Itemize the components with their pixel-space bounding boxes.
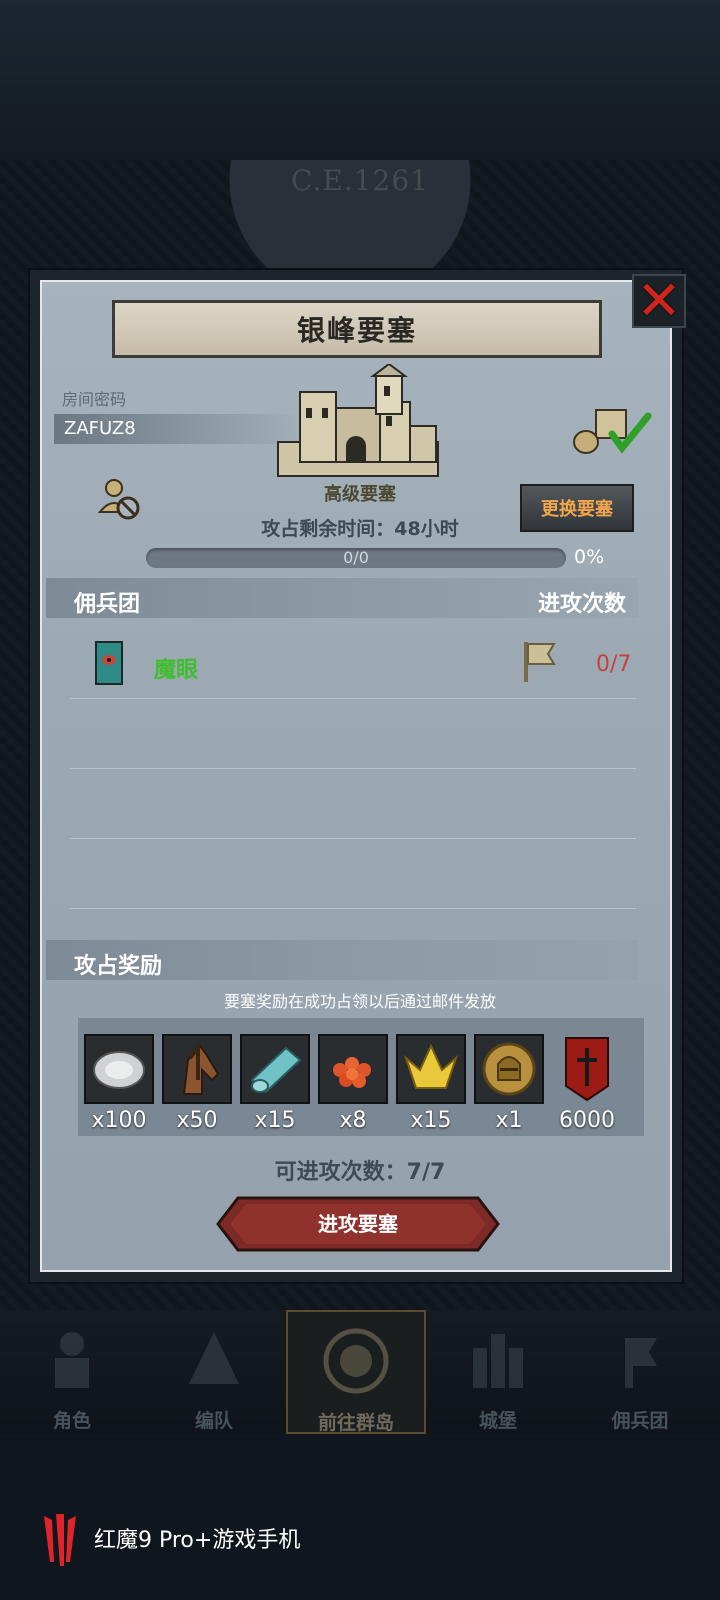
cloth-icon	[250, 1046, 302, 1094]
reward-item[interactable]: x100	[82, 1034, 156, 1133]
reward-qty: x50	[176, 1108, 218, 1133]
reward-qty: x8	[339, 1108, 367, 1133]
progress-text: 0/0	[343, 548, 369, 567]
device-watermark: 红魔9 Pro+游戏手机	[94, 1528, 301, 1553]
nav-castle[interactable]: 城堡	[428, 1310, 568, 1434]
attack-count-header: 进攻次数	[538, 592, 627, 617]
reward-slot	[84, 1034, 154, 1104]
row-divider	[70, 768, 636, 769]
fortress-castle-icon	[277, 364, 439, 477]
dialog-title: 银峰要塞	[112, 300, 602, 358]
row-divider	[70, 908, 636, 909]
nav-label: 编队	[194, 1410, 233, 1432]
row-divider	[70, 698, 636, 699]
progress-percent: 0%	[574, 546, 605, 568]
reward-slot	[162, 1034, 232, 1104]
reward-qty: x15	[254, 1108, 296, 1133]
reward-item[interactable]: x8	[316, 1034, 390, 1133]
reward-qty: x15	[410, 1108, 452, 1133]
reward-slot	[552, 1034, 622, 1104]
time-remaining: 攻占剩余时间：48小时	[261, 518, 459, 540]
nav-mercenary[interactable]: 佣兵团	[570, 1310, 710, 1434]
mercenary-icon	[625, 1338, 657, 1388]
nav-character[interactable]: 角色	[2, 1310, 142, 1434]
compass-icon	[323, 1328, 389, 1394]
loot-collected-icon	[573, 409, 652, 454]
nav-label: 角色	[52, 1410, 91, 1432]
reward-qty: 6000	[559, 1108, 615, 1133]
reward-item[interactable]: x50	[160, 1034, 234, 1133]
nav-label: 前往群岛	[317, 1412, 394, 1434]
formation-icon	[189, 1332, 239, 1384]
nav-islands[interactable]: 前往群岛	[286, 1310, 426, 1434]
reward-note: 要塞奖励在成功占领以后通过邮件发放	[223, 992, 496, 1011]
status-area	[0, 0, 720, 160]
reward-slot	[318, 1034, 388, 1104]
reward-slot	[396, 1034, 466, 1104]
knight-medal-icon	[482, 1042, 536, 1096]
nav-label: 佣兵团	[611, 1410, 669, 1432]
nav-formation[interactable]: 编队	[144, 1310, 284, 1434]
mercenary-header: 佣兵团	[74, 592, 141, 617]
flag-icon	[524, 642, 556, 682]
attacks-available: 可进攻次数：7/7	[274, 1160, 446, 1185]
close-button[interactable]: ✕	[632, 274, 686, 328]
reward-slot	[240, 1034, 310, 1104]
row-divider	[70, 838, 636, 839]
reward-qty: x1	[495, 1108, 523, 1133]
oyster-icon	[93, 1051, 145, 1089]
room-code[interactable]: ZAFUZ8	[54, 414, 304, 444]
banner-icon	[565, 1037, 609, 1102]
reward-item[interactable]: 6000	[550, 1034, 624, 1133]
reward-item[interactable]: x15	[394, 1034, 468, 1133]
fortress-type: 高级要塞	[324, 484, 396, 505]
horse-icon	[182, 1042, 220, 1095]
change-fortress-button[interactable]: 更换要塞	[520, 484, 634, 532]
crown-icon	[403, 1043, 459, 1089]
fish-roe-icon	[333, 1057, 371, 1088]
reward-item[interactable]: x15	[238, 1034, 312, 1133]
attack-fortress-button[interactable]: 进攻要塞	[216, 1196, 500, 1252]
room-code-label: 房间密码	[62, 390, 127, 409]
redmagic-logo-icon	[44, 1514, 76, 1566]
close-x-icon: ✕	[636, 269, 682, 332]
mercenary-name[interactable]: 魔眼	[154, 652, 198, 684]
reward-slot	[474, 1034, 544, 1104]
reward-item[interactable]: x1	[472, 1034, 546, 1133]
nav-label: 城堡	[478, 1410, 517, 1432]
no-owner-icon	[97, 479, 140, 520]
mercenary-banner-icon	[95, 641, 123, 685]
character-icon	[55, 1332, 89, 1388]
reward-qty: x100	[91, 1108, 147, 1133]
rewards-header: 攻占奖励	[74, 954, 163, 979]
castle-icon	[473, 1334, 523, 1388]
attack-count: 0/7	[596, 652, 632, 677]
